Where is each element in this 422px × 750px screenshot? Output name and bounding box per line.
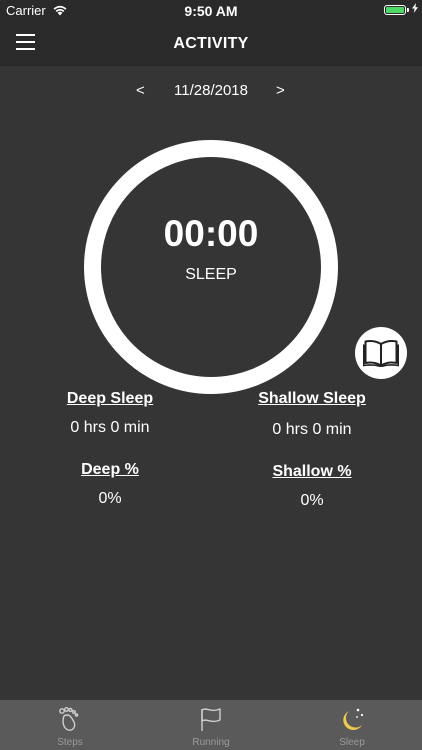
book-icon — [363, 340, 399, 367]
date-selector: 11/28/2018 < > — [0, 82, 422, 102]
footprint-icon — [59, 707, 79, 731]
tab-running[interactable]: Running — [141, 700, 281, 750]
deep-percent-value: 0% — [98, 490, 122, 507]
current-date: 11/28/2018 — [174, 82, 248, 99]
sleep-label: SLEEP — [185, 266, 237, 283]
tab-running-label: Running — [192, 737, 230, 748]
tab-sleep-label: Sleep — [339, 737, 365, 748]
sleep-duration: 00:00 — [163, 213, 259, 254]
tab-steps[interactable]: Steps — [0, 700, 140, 750]
shallow-percent-value: 0% — [300, 492, 324, 509]
battery-icon — [384, 5, 409, 15]
deep-sleep-value: 0 hrs 0 min — [70, 419, 150, 436]
charging-bolt-icon — [412, 3, 418, 13]
page-title: ACTIVITY — [173, 35, 249, 52]
shallow-percent-heading: Shallow % — [272, 463, 352, 480]
moon-icon — [343, 708, 364, 731]
deep-percent-heading: Deep % — [81, 461, 139, 478]
shallow-sleep-value: 0 hrs 0 min — [272, 421, 352, 438]
sleep-log-button[interactable] — [355, 327, 407, 379]
status-bar: Carrier 9:50 AM — [0, 0, 422, 22]
flag-icon — [201, 708, 221, 731]
tab-sleep[interactable]: Sleep — [282, 700, 422, 750]
tab-bar: Steps Running Sleep — [0, 700, 422, 750]
next-date-button[interactable]: > — [276, 82, 285, 99]
status-time: 9:50 AM — [184, 3, 238, 19]
deep-sleep-heading: Deep Sleep — [66, 390, 154, 407]
previous-date-button[interactable]: < — [136, 82, 145, 99]
shallow-sleep-heading: Shallow Sleep — [258, 390, 366, 407]
tab-steps-label: Steps — [57, 737, 83, 748]
navigation-bar: ACTIVITY — [0, 22, 422, 66]
